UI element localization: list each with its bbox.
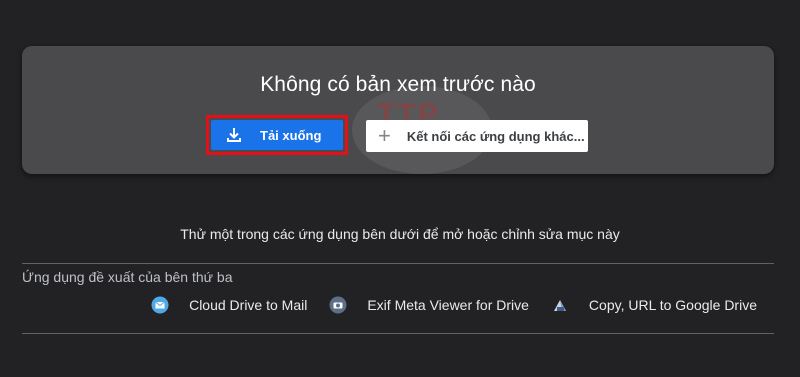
download-icon (224, 125, 244, 145)
divider-top (22, 263, 774, 264)
app-cloud-drive-to-mail[interactable]: Cloud Drive to Mail (151, 296, 307, 314)
no-preview-card: TTP Không có bản xem trước nào Tải xuống… (22, 46, 774, 174)
app-exif-meta-viewer[interactable]: Exif Meta Viewer for Drive (329, 296, 529, 314)
suggested-apps-list: Cloud Drive to Mail Exif Meta Viewer for… (129, 296, 757, 314)
download-button[interactable]: Tải xuống (211, 120, 343, 150)
connect-apps-button[interactable]: + Kết nối các ứng dụng khác... (366, 120, 588, 152)
try-apps-text: Thử một trong các ứng dụng bên dưới để m… (180, 226, 620, 242)
connect-apps-label: Kết nối các ứng dụng khác... (406, 128, 585, 144)
mail-icon (151, 296, 169, 314)
app-name: Cloud Drive to Mail (189, 297, 308, 313)
plus-icon: + (378, 123, 391, 148)
no-preview-title: Không có bản xem trước nào (260, 73, 536, 96)
app-name: Exif Meta Viewer for Drive (367, 297, 529, 313)
app-copy-url-to-drive[interactable]: Copy, URL to Google Drive (551, 296, 757, 314)
divider-bottom (22, 333, 774, 334)
drive-upload-icon (551, 296, 569, 314)
download-label: Tải xuống (260, 127, 322, 143)
camera-icon (329, 296, 347, 314)
suggested-apps-heading: Ứng dụng đề xuất của bên thứ ba (22, 269, 233, 285)
app-name: Copy, URL to Google Drive (588, 297, 757, 313)
